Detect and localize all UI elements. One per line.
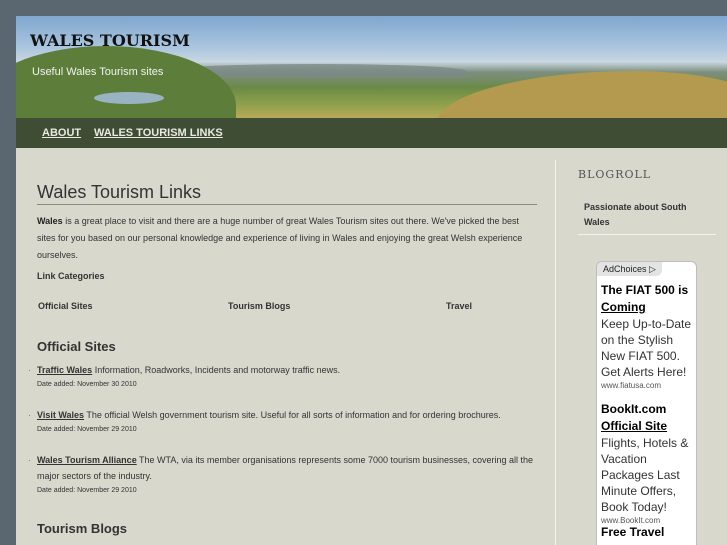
- title-divider: [37, 204, 537, 205]
- intro-text: is a great place to visit and there are …: [37, 216, 523, 260]
- lake: [94, 92, 164, 104]
- site-title[interactable]: WALES TOURISM: [30, 31, 190, 50]
- page-title: Wales Tourism Links: [37, 182, 202, 202]
- nav-wales-tourism-links[interactable]: WALES TOURISM LINKS: [94, 127, 223, 139]
- category-travel[interactable]: Travel: [446, 301, 472, 311]
- hill-right: [436, 71, 727, 118]
- ad-panel: AdChoices ▷ The FIAT 500 is Coming Keep U…: [596, 261, 697, 545]
- header-banner: WALES TOURISM Useful Wales Tourism sites: [16, 16, 727, 118]
- list-item: · Wales Tourism Alliance The WTA, via it…: [28, 452, 542, 497]
- blogroll-title: BLOGROLL: [578, 168, 652, 181]
- ad-title-line1: The FIAT 500 is: [601, 283, 689, 297]
- site-tagline: Useful Wales Tourism sites: [32, 66, 164, 78]
- bullet: ·: [28, 410, 31, 420]
- hill-left: [16, 46, 236, 118]
- bullet: ·: [28, 365, 31, 375]
- list-item: · Traffic Wales Information, Roadworks, …: [28, 362, 542, 391]
- intro-paragraph: Wales is a great place to visit and ther…: [37, 213, 537, 264]
- ad-title-line2: Coming: [601, 300, 646, 314]
- adchoices-label: AdChoices: [603, 264, 647, 274]
- adchoices-icon: ▷: [649, 264, 656, 274]
- ad-title-line2: Official Site: [601, 419, 668, 433]
- link-traffic-wales[interactable]: Traffic Wales: [37, 365, 92, 375]
- ad-item[interactable]: The FIAT 500 is Coming Keep Up-to-Date on…: [601, 282, 695, 392]
- nav-about[interactable]: ABOUT: [42, 127, 81, 139]
- item-date: Date added: November 29 2010: [37, 487, 137, 494]
- ad-item[interactable]: BookIt.com Official Site Flights, Hotels …: [601, 401, 695, 527]
- ad-url[interactable]: www.fiatusa.com: [601, 380, 695, 392]
- main-nav: ABOUT WALES TOURISM LINKS: [16, 118, 727, 148]
- ad-item[interactable]: Free Travel: [601, 524, 695, 541]
- section-heading-official: Official Sites: [37, 339, 116, 354]
- adchoices-badge[interactable]: AdChoices ▷: [597, 262, 662, 276]
- link-categories-heading: Link Categories: [37, 271, 105, 281]
- link-visit-wales[interactable]: Visit Wales: [37, 410, 84, 420]
- page-frame: WALES TOURISM Useful Wales Tourism sites…: [16, 16, 727, 545]
- ad-title[interactable]: BookIt.com Official Site: [601, 401, 695, 435]
- blogroll-link[interactable]: Passionate about South Wales: [584, 200, 704, 230]
- link-wales-tourism-alliance[interactable]: Wales Tourism Alliance: [37, 455, 137, 465]
- ad-description: Keep Up-to-Date on the Stylish New FIAT …: [601, 317, 692, 379]
- sidebar-divider: [555, 160, 556, 545]
- item-date: Date added: November 29 2010: [37, 426, 137, 433]
- list-item: · Visit Wales The official Welsh governm…: [28, 407, 542, 436]
- ad-title[interactable]: The FIAT 500 is Coming: [601, 282, 695, 316]
- ad-description: Flights, Hotels & Vacation Packages Last…: [601, 436, 689, 514]
- ad-title[interactable]: Free Travel: [601, 524, 695, 541]
- blogroll-divider: [578, 234, 716, 235]
- section-heading-tourism-blogs: Tourism Blogs: [37, 521, 128, 536]
- intro-bold: Wales: [37, 216, 63, 226]
- item-description: Information, Roadworks, Incidents and mo…: [92, 365, 341, 375]
- ad-title-line1: BookIt.com: [601, 402, 667, 416]
- bullet: ·: [28, 455, 31, 465]
- item-description: The official Welsh government tourism si…: [84, 410, 501, 420]
- category-tourism-blogs[interactable]: Tourism Blogs: [228, 301, 290, 311]
- item-date: Date added: November 30 2010: [37, 381, 137, 388]
- category-official-sites[interactable]: Official Sites: [38, 301, 93, 311]
